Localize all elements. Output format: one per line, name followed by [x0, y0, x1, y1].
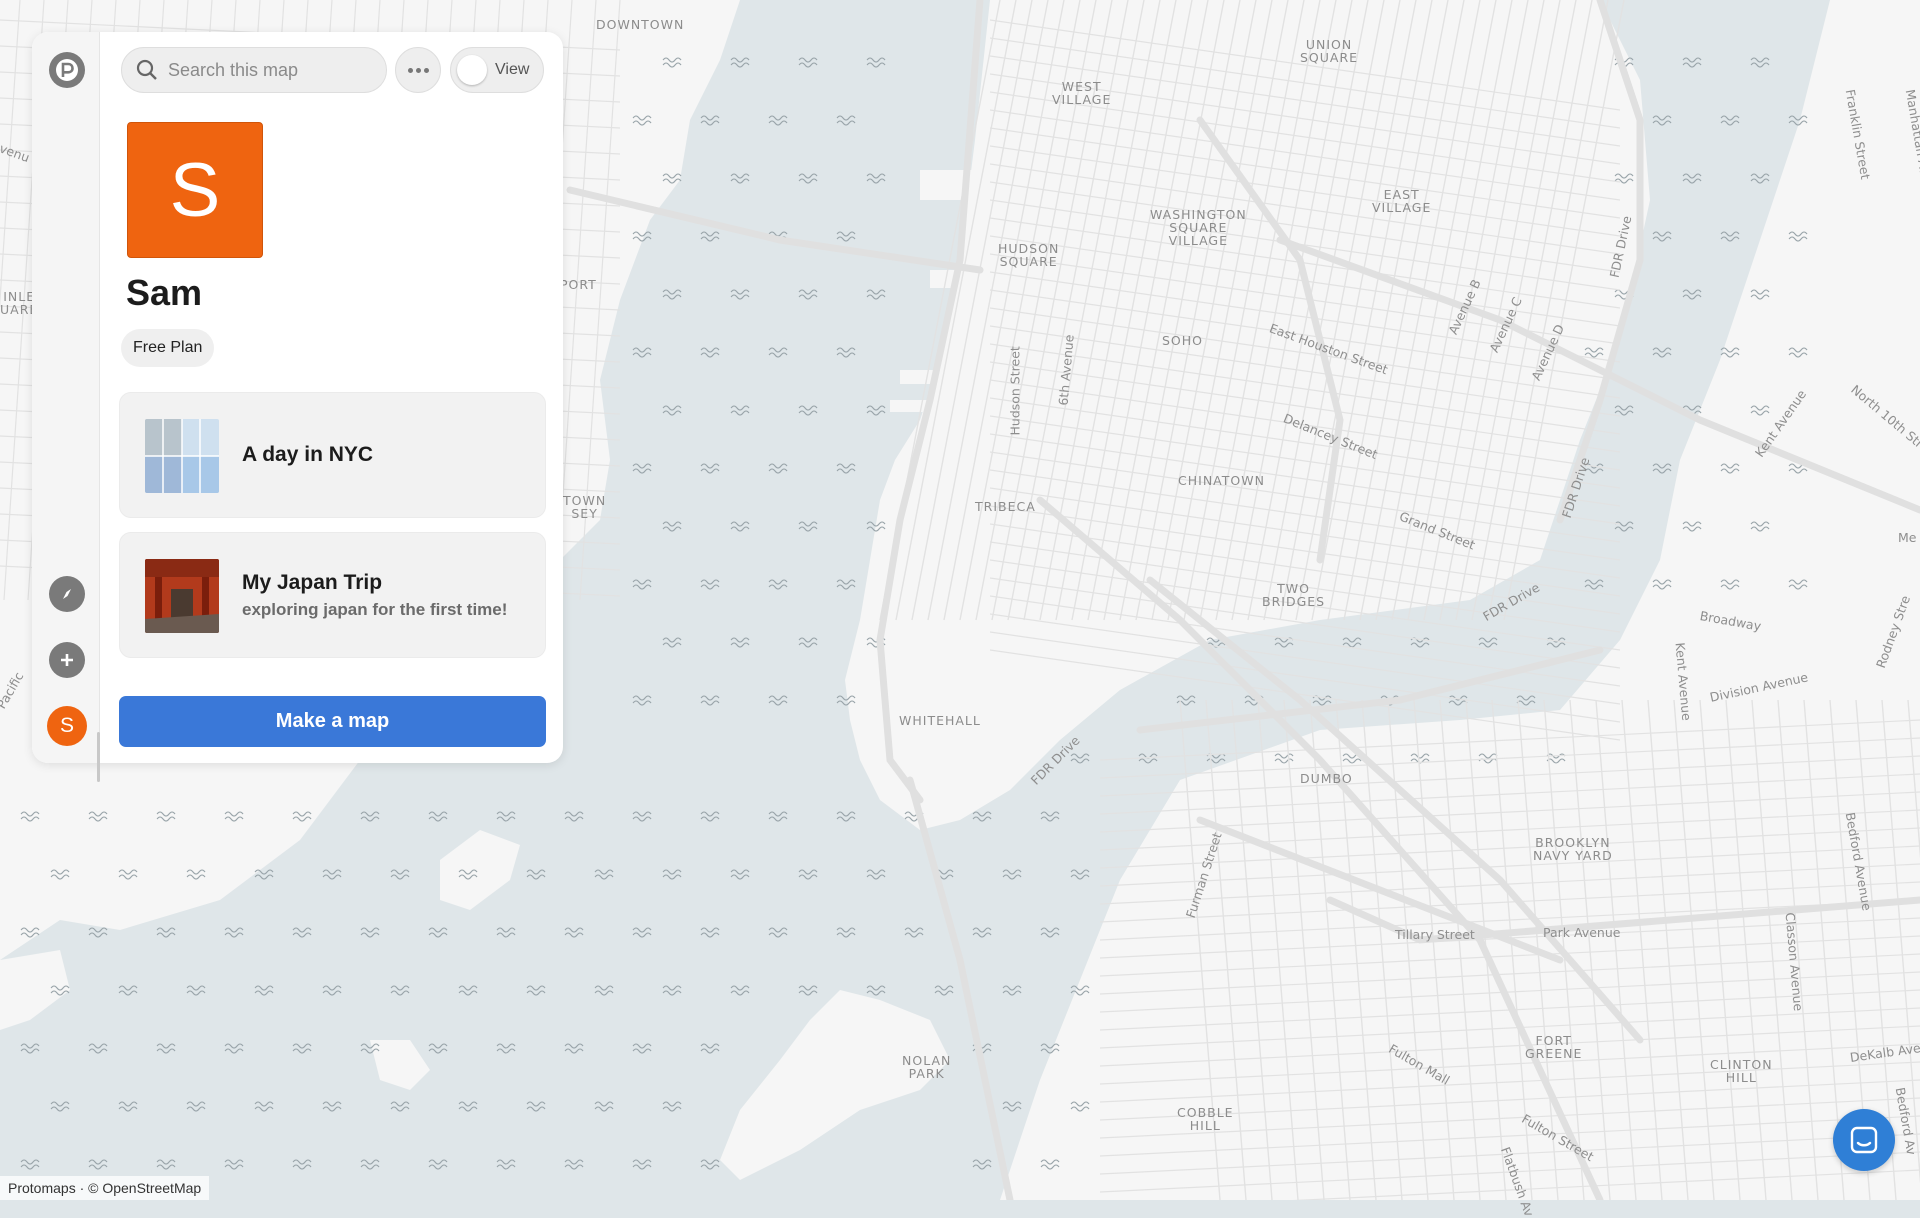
map-card-title: A day in NYC: [242, 443, 374, 466]
map-area-label: HUDSON SQUARE: [998, 241, 1060, 269]
toggle-knob: [457, 55, 487, 85]
street-label: Tillary Street: [1395, 927, 1475, 942]
map-area-label: WASHINGTON SQUARE VILLAGE: [1150, 207, 1247, 248]
chat-button[interactable]: [1833, 1109, 1895, 1171]
map-area-label: DUMBO: [1300, 771, 1353, 786]
map-area-label: TOWN SEY: [563, 493, 607, 521]
view-toggle[interactable]: View: [450, 47, 544, 93]
map-area-label: BROOKLYN NAVY YARD: [1533, 835, 1613, 863]
map-area-label: CLINTON HILL: [1710, 1057, 1773, 1085]
profile-avatar: S: [127, 122, 263, 258]
plus-icon[interactable]: [49, 642, 85, 678]
street-label: Me: [1898, 530, 1917, 545]
search-icon: [136, 59, 157, 80]
plan-badge: Free Plan: [121, 329, 215, 367]
panel-resize-handle[interactable]: [97, 732, 100, 782]
map-thumbnail: [145, 419, 219, 493]
map-area-label: EAST VILLAGE: [1372, 187, 1432, 215]
map-area-label: CHINATOWN: [1178, 473, 1265, 488]
map-area-label: PORT: [560, 277, 597, 292]
user-avatar-button[interactable]: S: [47, 706, 87, 746]
map-area-label: TWO BRIDGES: [1262, 581, 1326, 609]
more-horizontal-icon: [407, 67, 413, 73]
map-card-japan[interactable]: My Japan Trip exploring japan for the fi…: [119, 532, 546, 658]
chat-icon: [1850, 1126, 1878, 1154]
map-area-label: WHITEHALL: [899, 713, 981, 728]
profile-name: Sam: [126, 272, 203, 313]
search-field[interactable]: [121, 47, 387, 93]
map-area-label: NOLAN PARK: [902, 1053, 952, 1081]
protomaps-logo-icon[interactable]: [49, 52, 85, 88]
map-card-description: exploring japan for the first time!: [242, 600, 508, 619]
map-card-nyc[interactable]: A day in NYC: [119, 392, 546, 518]
navigation-rail: S: [32, 32, 100, 782]
map-thumbnail: [145, 559, 219, 633]
street-label: Hudson Street: [1007, 346, 1023, 436]
map-area-label: COBBLE HILL: [1177, 1105, 1234, 1133]
view-toggle-label: View: [495, 61, 530, 78]
street-label: Park Avenue: [1543, 925, 1621, 940]
map-card-title: My Japan Trip: [242, 571, 383, 594]
compass-icon[interactable]: [49, 576, 85, 612]
more-options-button[interactable]: [395, 47, 441, 93]
map-attribution[interactable]: Protomaps · © OpenStreetMap: [0, 1176, 210, 1200]
map-area-label: UNION SQUARE: [1300, 37, 1359, 65]
map-area-label: TRIBECA: [975, 499, 1036, 514]
make-map-button[interactable]: Make a map: [119, 696, 546, 747]
search-input[interactable]: [168, 59, 368, 81]
map-area-label: SOHO: [1162, 333, 1204, 348]
map-area-label: DOWNTOWN: [596, 17, 685, 32]
map-area-label: WEST VILLAGE: [1052, 79, 1112, 107]
map-area-label: FORT GREENE: [1525, 1033, 1583, 1061]
sidebar-panel: S View S Sam Free Plan A day in NYC: [32, 32, 563, 782]
